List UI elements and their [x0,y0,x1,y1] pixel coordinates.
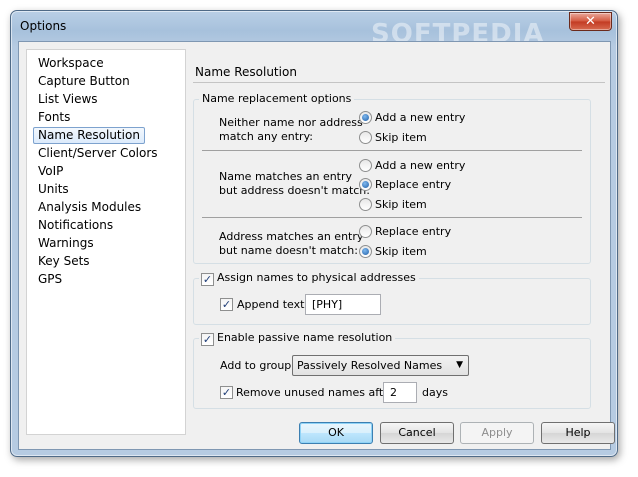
rule-none-match-label-1: Neither name nor address [219,116,363,129]
passive-resolution-checkbox[interactable]: ✓ [201,333,214,346]
radio-address-skip-item[interactable] [359,245,372,258]
group-select[interactable]: Passively Resolved Names ▼ [292,355,469,376]
sidebar-item-name-resolution[interactable]: Name Resolution [33,127,145,144]
radio-name-replace-entry-label[interactable]: Replace entry [375,178,451,191]
remove-unused-checkbox[interactable]: ✓ [220,386,233,399]
rule-name-match-label-1: Name matches an entry [219,170,353,183]
sidebar-item-workspace[interactable]: Workspace [33,55,109,72]
rule-none-match-label-2: match any entry: [219,130,313,143]
sidebar-item-fonts[interactable]: Fonts [33,109,75,126]
sidebar-item-voip[interactable]: VoIP [33,163,68,180]
rule-address-match-label-2: but name doesn't match: [219,244,358,257]
append-text-label: Append text: [237,298,309,311]
close-icon: ✕ [585,14,596,29]
radio-name-add-new-entry[interactable] [359,159,372,172]
sidebar-item-capture-button[interactable]: Capture Button [33,73,135,90]
passive-resolution-label: Enable passive name resolution [217,331,393,344]
radio-name-skip-item-label[interactable]: Skip item [375,198,427,211]
passive-resolution-caption[interactable]: ✓ Enable passive name resolution [199,331,396,346]
close-button[interactable]: ✕ [569,12,612,31]
radio-address-skip-item-label[interactable]: Skip item [375,245,427,258]
assign-names-group: ✓ Assign names to physical addresses ✓ Ap… [193,271,591,325]
radio-name-add-new-entry-label[interactable]: Add a new entry [375,159,465,172]
radio-none-skip-item-label[interactable]: Skip item [375,131,427,144]
remove-days-input[interactable] [383,382,417,403]
name-resolution-panel: Name Resolution Name replacement options… [193,49,605,435]
name-replacement-group: Name replacement options Neither name no… [193,92,591,264]
ok-button[interactable]: OK [299,422,373,444]
assign-names-checkbox[interactable]: ✓ [201,273,214,286]
sidebar-item-gps[interactable]: GPS [33,271,67,288]
append-text-input[interactable] [305,294,381,315]
name-replacement-caption: Name replacement options [199,92,355,105]
sidebar-item-key-sets[interactable]: Key Sets [33,253,95,270]
window-title: Options [20,19,67,33]
help-button[interactable]: Help [541,422,615,444]
dialog-client: Workspace Capture Button List Views Font… [18,41,615,450]
radio-address-replace-entry-label[interactable]: Replace entry [375,225,451,238]
days-label: days [422,386,448,399]
radio-name-replace-entry[interactable] [359,178,372,191]
rule-divider-2 [202,217,582,218]
rule-divider-1 [202,150,582,151]
sidebar-item-list-views[interactable]: List Views [33,91,103,108]
sidebar-item-analysis-modules[interactable]: Analysis Modules [33,199,146,216]
rule-address-match-label-1: Address matches an entry [219,230,364,243]
remove-unused-label: Remove unused names after [236,386,395,399]
header-divider [193,82,605,83]
radio-address-replace-entry[interactable] [359,225,372,238]
assign-names-label: Assign names to physical addresses [217,271,416,284]
options-category-list[interactable]: Workspace Capture Button List Views Font… [26,49,186,435]
rule-name-match-label-2: but address doesn't match: [219,184,370,197]
title-bar[interactable]: Options SOFTPEDIA ✕ [11,11,617,49]
radio-none-add-new-entry-label[interactable]: Add a new entry [375,111,465,124]
group-select-value: Passively Resolved Names [297,359,443,372]
sidebar-item-notifications[interactable]: Notifications [33,217,118,234]
assign-names-caption[interactable]: ✓ Assign names to physical addresses [199,271,419,286]
sidebar-item-client-server-colors[interactable]: Client/Server Colors [33,145,163,162]
passive-resolution-group: ✓ Enable passive name resolution Add to g… [193,331,591,409]
apply-button[interactable]: Apply [460,422,534,444]
sidebar-item-warnings[interactable]: Warnings [33,235,99,252]
page-title: Name Resolution [195,65,297,79]
sidebar-item-units[interactable]: Units [33,181,74,198]
radio-none-add-new-entry[interactable] [359,111,372,124]
append-text-checkbox[interactable]: ✓ [220,298,233,311]
radio-none-skip-item[interactable] [359,131,372,144]
radio-name-skip-item[interactable] [359,198,372,211]
chevron-down-icon: ▼ [456,360,463,370]
options-window: Options SOFTPEDIA ✕ Workspace Capture Bu… [10,10,618,457]
add-to-group-label: Add to group: [220,359,295,372]
cancel-button[interactable]: Cancel [380,422,454,444]
